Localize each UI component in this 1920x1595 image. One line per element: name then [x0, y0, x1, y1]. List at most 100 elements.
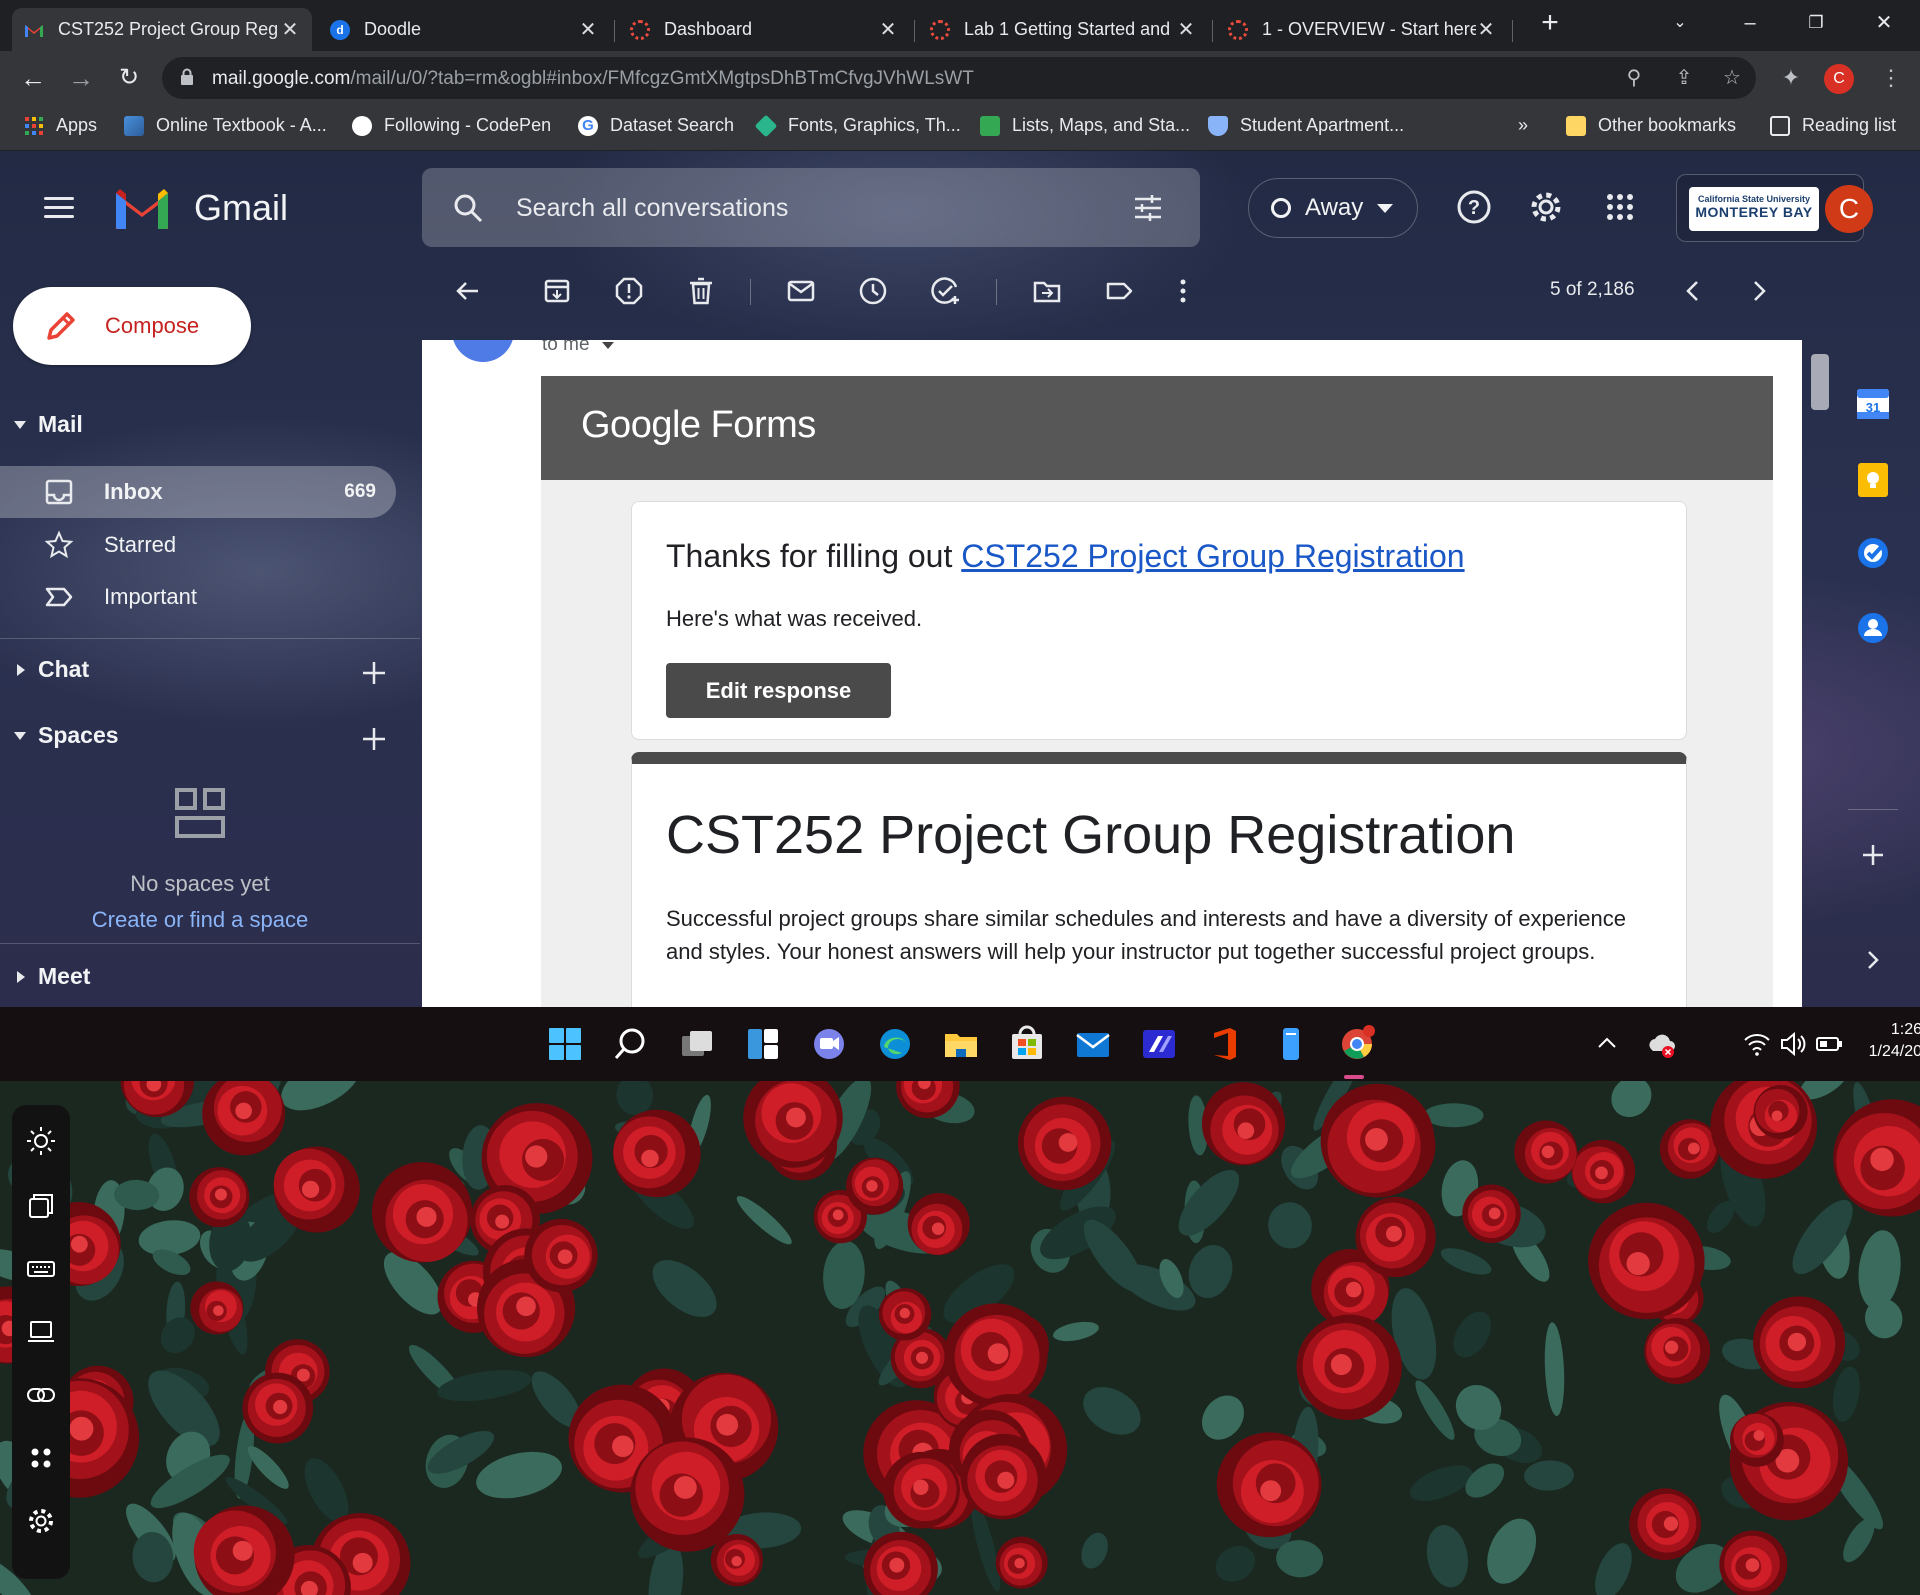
main-menu-icon[interactable] [44, 197, 74, 219]
close-window-icon[interactable]: ✕ [1864, 8, 1904, 38]
close-icon[interactable]: ✕ [280, 17, 300, 42]
laptop-icon[interactable] [26, 1317, 56, 1347]
wifi-icon[interactable] [1742, 1025, 1772, 1063]
bookmark-fonts[interactable]: Fonts, Graphics, Th... [754, 114, 961, 137]
recipient-details[interactable]: to me [542, 340, 614, 356]
tab-search-icon[interactable]: ⌄ [1660, 8, 1700, 38]
status-selector[interactable]: Away [1248, 178, 1418, 238]
bookmark-apps[interactable]: Apps [24, 115, 97, 136]
new-space-plus-icon[interactable] [360, 725, 388, 753]
bookmark-lists-maps[interactable]: Lists, Maps, and Sta... [980, 115, 1190, 136]
bookmark-star-icon[interactable]: ☆ [1720, 66, 1744, 90]
tray-overflow-chevron-icon[interactable] [1594, 1025, 1620, 1063]
extensions-icon[interactable]: ✦ [1776, 63, 1806, 93]
compose-button[interactable]: Compose [13, 287, 251, 365]
bookmark-codepen[interactable]: Following - CodePen [352, 115, 551, 136]
help-icon[interactable]: ? [1456, 189, 1492, 225]
section-spaces[interactable]: Spaces [0, 722, 119, 749]
get-addons-plus-icon[interactable] [1854, 836, 1892, 874]
add-to-tasks-icon[interactable] [930, 276, 960, 306]
address-bar[interactable]: mail.google.com/mail/u/0/?tab=rm&ogbl#in… [162, 57, 1756, 99]
new-chat-plus-icon[interactable] [360, 659, 388, 687]
close-icon[interactable]: ✕ [878, 17, 898, 42]
sidebar-item-important[interactable]: Important [0, 571, 396, 623]
reload-icon[interactable]: ↻ [114, 63, 144, 93]
brightness-sun-icon[interactable] [26, 1126, 56, 1156]
scrollbar-thumb[interactable] [1811, 354, 1829, 410]
google-apps-icon[interactable] [1602, 189, 1638, 225]
mail-app-icon[interactable] [1074, 1025, 1112, 1063]
tab-cst252[interactable]: CST252 Project Group Reg ✕ [12, 8, 312, 51]
settings-gear-icon[interactable] [1528, 189, 1564, 225]
keep-icon[interactable] [1854, 461, 1892, 499]
label-icon[interactable] [1104, 276, 1134, 306]
newer-chevron-left-icon[interactable] [1678, 276, 1708, 306]
sidebar-item-starred[interactable]: Starred [0, 519, 396, 571]
tab-doodle[interactable]: d Doodle ✕ [318, 8, 610, 51]
search-bar[interactable] [422, 168, 1200, 247]
task-view-icon[interactable] [678, 1025, 716, 1063]
file-explorer-icon[interactable] [942, 1025, 980, 1063]
edge-browser-icon[interactable] [876, 1025, 914, 1063]
sender-avatar[interactable] [452, 340, 514, 362]
contacts-icon[interactable] [1854, 609, 1892, 647]
tab-dashboard[interactable]: Dashboard ✕ [618, 8, 910, 51]
close-icon[interactable]: ✕ [578, 17, 598, 42]
close-icon[interactable]: ✕ [1476, 17, 1496, 42]
teams-chat-icon[interactable] [810, 1025, 848, 1063]
zoom-icon[interactable]: ⚲ [1622, 66, 1646, 90]
sidebar-item-inbox[interactable]: Inbox 669 [0, 466, 396, 518]
restore-icon[interactable]: ❐ [1796, 8, 1836, 38]
tab-lab1[interactable]: Lab 1 Getting Started and ✕ [918, 8, 1208, 51]
microsoft-store-icon[interactable] [1008, 1025, 1046, 1063]
chrome-icon[interactable] [1338, 1025, 1376, 1063]
settings-gear-icon[interactable] [26, 1506, 56, 1536]
delete-icon[interactable] [686, 276, 716, 306]
tasks-icon[interactable] [1854, 534, 1892, 572]
vscode-like-icon[interactable] [1140, 1025, 1178, 1063]
search-icon[interactable] [452, 192, 484, 224]
gmail-logo-icon[interactable] [112, 185, 172, 231]
menu-kebab-icon[interactable]: ⋮ [1876, 63, 1906, 93]
move-to-icon[interactable] [1032, 276, 1062, 306]
bookmark-other[interactable]: Other bookmarks [1566, 115, 1736, 136]
section-meet[interactable]: Meet [0, 963, 90, 990]
battery-icon[interactable] [1814, 1025, 1844, 1063]
more-options-icon[interactable] [1168, 276, 1198, 306]
minimize-icon[interactable]: – [1730, 8, 1770, 38]
section-mail[interactable]: Mail [0, 411, 83, 438]
share-icon[interactable]: ⇪ [1672, 66, 1696, 90]
search-icon[interactable] [612, 1025, 650, 1063]
archive-icon[interactable] [542, 276, 572, 306]
link-icon[interactable] [26, 1380, 56, 1410]
volume-icon[interactable] [1778, 1025, 1808, 1063]
avatar[interactable]: C [1825, 185, 1873, 233]
window-switch-icon[interactable] [26, 1191, 56, 1221]
back-to-inbox-icon[interactable] [452, 276, 482, 306]
mark-unread-icon[interactable] [786, 276, 816, 306]
system-clock[interactable]: 1:26 1/24/20 [1862, 1021, 1920, 1061]
forward-icon[interactable]: → [66, 63, 96, 93]
older-chevron-right-icon[interactable] [1744, 276, 1774, 306]
report-spam-icon[interactable] [614, 276, 644, 306]
office-icon[interactable] [1206, 1025, 1244, 1063]
apps-dots-icon[interactable] [26, 1443, 56, 1473]
close-icon[interactable]: ✕ [1176, 17, 1196, 42]
bookmark-student-apartment[interactable]: Student Apartment... [1208, 115, 1404, 136]
widgets-icon[interactable] [744, 1025, 782, 1063]
keyboard-icon[interactable] [26, 1254, 56, 1284]
bookmark-dataset-search[interactable]: G Dataset Search [578, 115, 734, 136]
onedrive-error-icon[interactable] [1646, 1025, 1676, 1063]
search-options-icon[interactable] [1132, 192, 1164, 224]
new-tab-icon[interactable]: + [1530, 8, 1570, 38]
back-icon[interactable]: ← [18, 63, 48, 93]
tab-overview[interactable]: 1 - OVERVIEW - Start here ✕ [1216, 8, 1508, 51]
snooze-clock-icon[interactable] [858, 276, 888, 306]
expand-panel-chevron-icon[interactable] [1854, 941, 1892, 979]
calendar-icon[interactable]: 31 [1854, 384, 1892, 422]
form-link[interactable]: CST252 Project Group Registration [961, 538, 1464, 574]
profile-avatar[interactable]: C [1824, 64, 1854, 94]
reading-list[interactable]: Reading list [1770, 115, 1896, 136]
section-chat[interactable]: Chat [0, 656, 89, 683]
search-input[interactable] [516, 193, 1076, 223]
